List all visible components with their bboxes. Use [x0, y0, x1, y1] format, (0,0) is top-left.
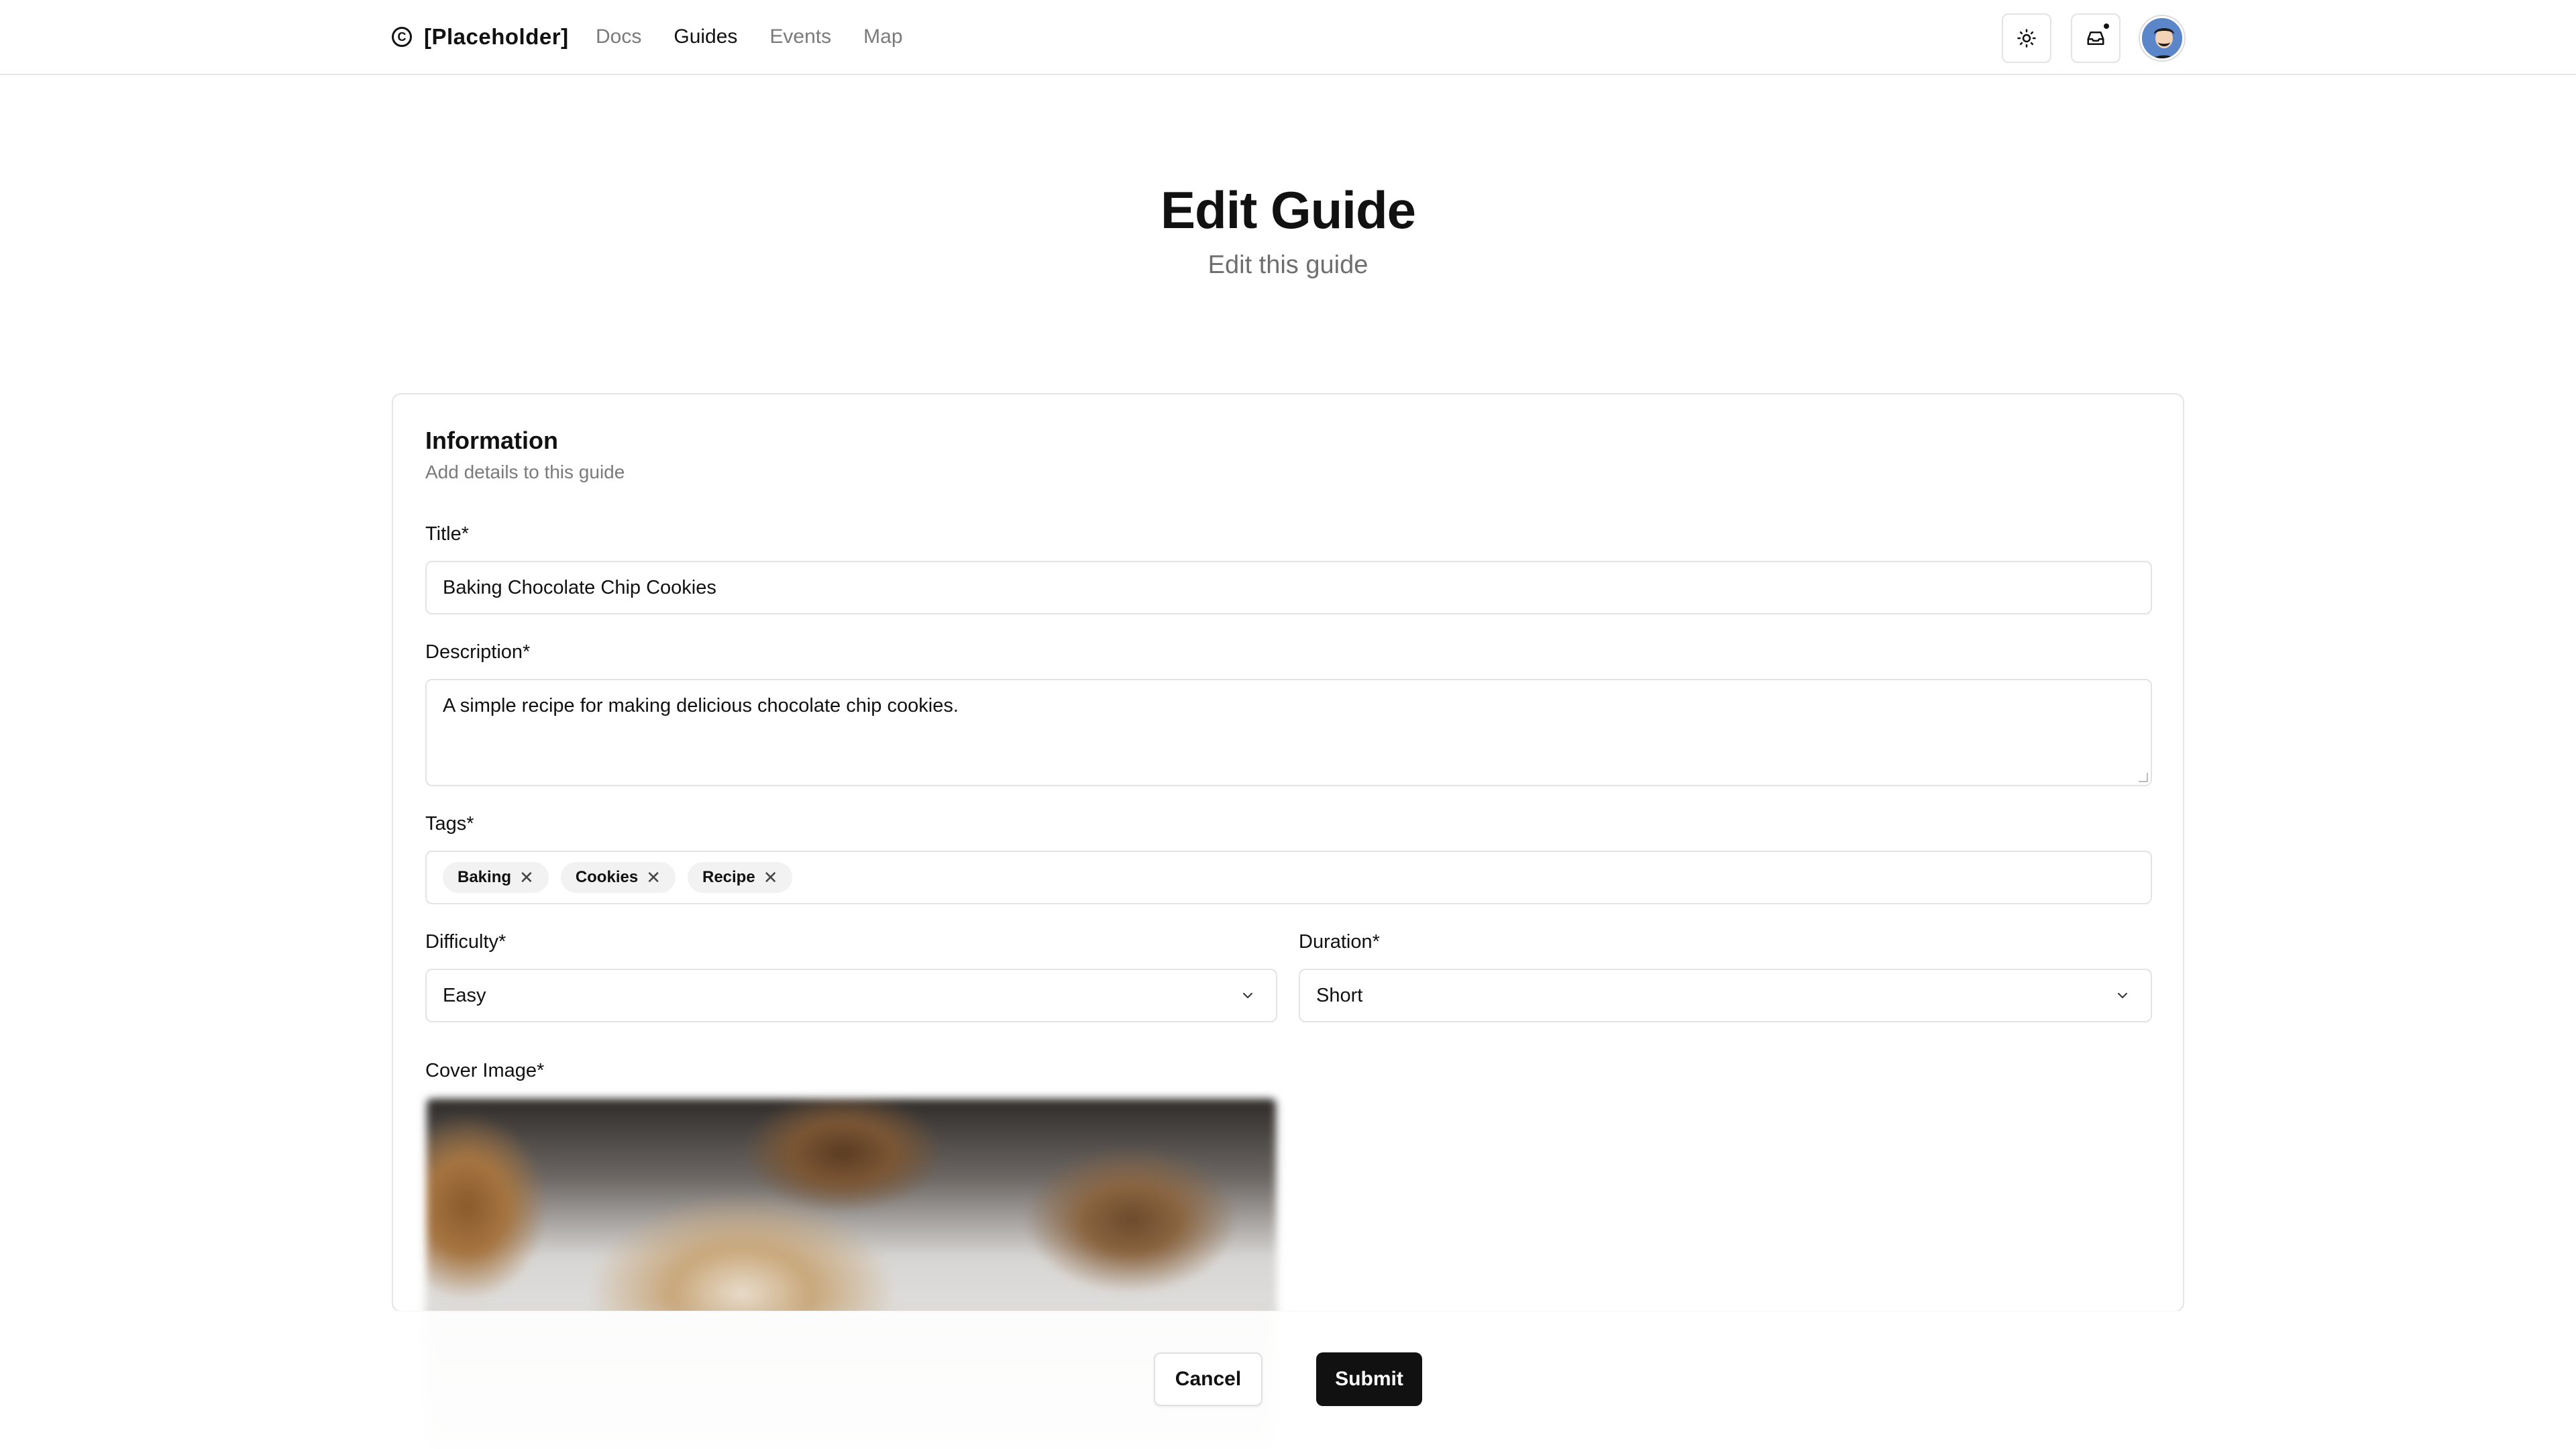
tag-chip: Recipe ✕ — [687, 862, 793, 893]
cover-image-label: Cover Image* — [425, 1060, 545, 1081]
tag-chip: Baking ✕ — [443, 862, 549, 893]
submit-button[interactable]: Submit — [1316, 1352, 1422, 1406]
title-label: Title* — [425, 523, 469, 545]
page-subtitle: Edit this guide — [1208, 251, 1368, 279]
tags-label: Tags* — [425, 813, 474, 835]
page-title: Edit Guide — [1161, 180, 1416, 239]
title-input-value: Baking Chocolate Chip Cookies — [443, 576, 716, 598]
difficulty-select[interactable]: Easy — [425, 969, 1277, 1022]
inbox-button[interactable] — [2071, 13, 2121, 63]
theme-toggle-button[interactable] — [2002, 13, 2051, 63]
section-title: Information — [425, 427, 558, 454]
tag-chip: Cookies ✕ — [560, 862, 676, 893]
information-card: Information Add details to this guide Ti… — [392, 393, 2184, 1312]
nav-guides[interactable]: Guides — [674, 25, 737, 48]
chevron-down-icon — [1243, 993, 1252, 998]
remove-tag-icon[interactable]: ✕ — [519, 867, 534, 888]
user-avatar[interactable] — [2140, 16, 2184, 60]
duration-select-value: Short — [1316, 984, 1363, 1006]
remove-tag-icon[interactable]: ✕ — [763, 867, 778, 888]
title-input[interactable]: Baking Chocolate Chip Cookies — [425, 561, 2152, 614]
tag-chip-label: Cookies — [575, 868, 639, 886]
resize-handle[interactable] — [2139, 773, 2148, 782]
difficulty-label: Difficulty* — [425, 931, 506, 953]
cancel-button[interactable]: Cancel — [1154, 1352, 1263, 1406]
sun-icon — [2017, 29, 2036, 48]
top-navbar: C [Placeholder] Docs Guides Events Map — [0, 0, 2576, 75]
nav-events[interactable]: Events — [769, 25, 831, 48]
tag-chip-label: Baking — [458, 868, 512, 886]
description-label: Description* — [425, 641, 531, 663]
description-textarea-value: A simple recipe for making delicious cho… — [443, 695, 959, 716]
brand-link[interactable]: C [Placeholder] — [392, 24, 569, 50]
notification-dot — [2102, 21, 2111, 31]
brand-name: [Placeholder] — [424, 24, 569, 49]
nav-docs[interactable]: Docs — [596, 25, 641, 48]
main-nav: Docs Guides Events Map — [596, 25, 903, 48]
tags-input[interactable]: Baking ✕ Cookies ✕ Recipe ✕ — [425, 851, 2152, 904]
copyright-icon: C — [392, 27, 412, 47]
duration-label: Duration* — [1299, 931, 1380, 953]
remove-tag-icon[interactable]: ✕ — [646, 867, 661, 888]
cover-image-preview[interactable] — [425, 1097, 1277, 1311]
duration-select[interactable]: Short — [1299, 969, 2152, 1022]
difficulty-select-value: Easy — [443, 984, 486, 1006]
form-actions-bar — [392, 1311, 2184, 1449]
tag-chip-label: Recipe — [702, 868, 755, 886]
description-textarea[interactable]: A simple recipe for making delicious cho… — [425, 679, 2152, 786]
chevron-down-icon — [2118, 993, 2127, 998]
inbox-icon — [2087, 32, 2104, 45]
avatar-illustration — [2142, 18, 2182, 58]
nav-map[interactable]: Map — [863, 25, 902, 48]
section-subtitle: Add details to this guide — [425, 462, 625, 482]
